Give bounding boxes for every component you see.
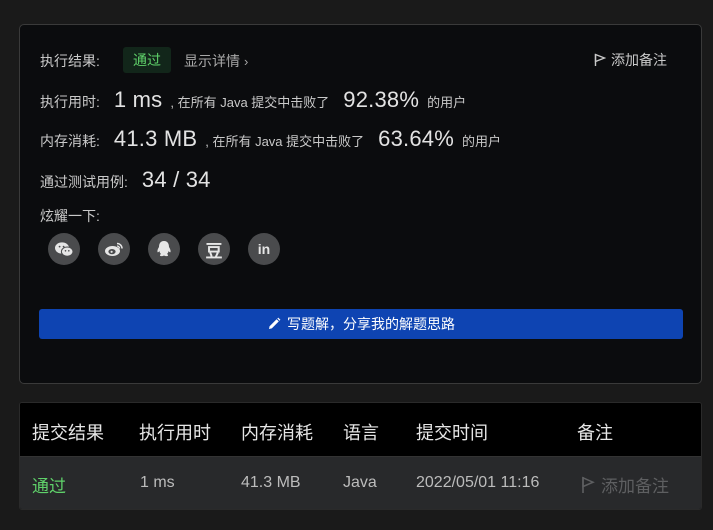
runtime-label: 执行用时:: [40, 94, 100, 110]
write-solution-button[interactable]: 写题解，分享我的解题思路: [39, 309, 683, 339]
tests-label: 通过测试用例:: [40, 174, 128, 190]
tests-value: 34 / 34: [141, 167, 211, 192]
row-add-note-label: 添加备注: [601, 477, 669, 496]
runtime-text: , 在所有 Java 提交中击败了: [170, 95, 330, 110]
show-details-link[interactable]: 显示详情 ›: [184, 51, 248, 71]
add-note-label: 添加备注: [611, 52, 667, 68]
qq-icon[interactable]: [148, 233, 180, 265]
memory-percent: 63.64%: [378, 126, 454, 151]
header-note: 备注: [577, 423, 613, 443]
weibo-icon[interactable]: [98, 233, 130, 265]
row-runtime: 1 ms: [140, 474, 175, 491]
runtime-value: 1 ms: [113, 87, 163, 112]
show-details-label: 显示详情: [184, 53, 240, 69]
share-icons: 豆 in: [48, 233, 280, 265]
douban-icon[interactable]: 豆: [198, 233, 230, 265]
memory-label: 内存消耗:: [40, 133, 100, 149]
submission-result-card: 执行结果: 通过 显示详情 › 添加备注 执行用时: 1 ms , 在所有 Jav…: [19, 24, 702, 384]
tests-row: 通过测试用例: 34 / 34: [40, 167, 219, 193]
flag-icon: [594, 53, 606, 66]
row-time: 2022/05/01 11:16: [416, 474, 540, 491]
status-badge: 通过: [123, 47, 171, 73]
linkedin-icon[interactable]: in: [248, 233, 280, 265]
memory-row: 内存消耗: 41.3 MB , 在所有 Java 提交中击败了 63.64% 的…: [40, 126, 501, 152]
result-row: 执行结果:: [40, 51, 100, 71]
header-language[interactable]: 语言: [343, 419, 379, 445]
runtime-suffix: 的用户: [427, 95, 467, 110]
flag-icon: [582, 476, 595, 493]
add-note-button[interactable]: 添加备注: [594, 50, 667, 70]
douban-glyph: 豆: [205, 241, 223, 261]
linkedin-glyph: in: [257, 241, 271, 257]
row-memory: 41.3 MB: [241, 474, 301, 491]
row-result[interactable]: 通过: [32, 472, 66, 497]
wechat-icon[interactable]: [48, 233, 80, 265]
row-language: Java: [343, 474, 377, 491]
runtime-percent: 92.38%: [343, 87, 420, 112]
chevron-right-icon: ›: [244, 54, 249, 69]
memory-value: 41.3 MB: [113, 126, 198, 151]
pencil-icon: [269, 317, 281, 329]
memory-text: , 在所有 Java 提交中击败了: [205, 134, 365, 149]
memory-suffix: 的用户: [461, 134, 501, 149]
write-solution-label: 写题解，分享我的解题思路: [287, 316, 455, 332]
row-add-note-button[interactable]: 添加备注: [581, 472, 669, 497]
share-label: 炫耀一下:: [40, 208, 100, 224]
header-runtime[interactable]: 执行用时: [139, 419, 211, 445]
result-label: 执行结果:: [40, 53, 100, 69]
runtime-row: 执行用时: 1 ms , 在所有 Java 提交中击败了 92.38% 的用户: [40, 87, 466, 113]
header-memory[interactable]: 内存消耗: [241, 419, 313, 445]
header-time[interactable]: 提交时间: [416, 419, 488, 445]
header-result[interactable]: 提交结果: [32, 419, 104, 445]
